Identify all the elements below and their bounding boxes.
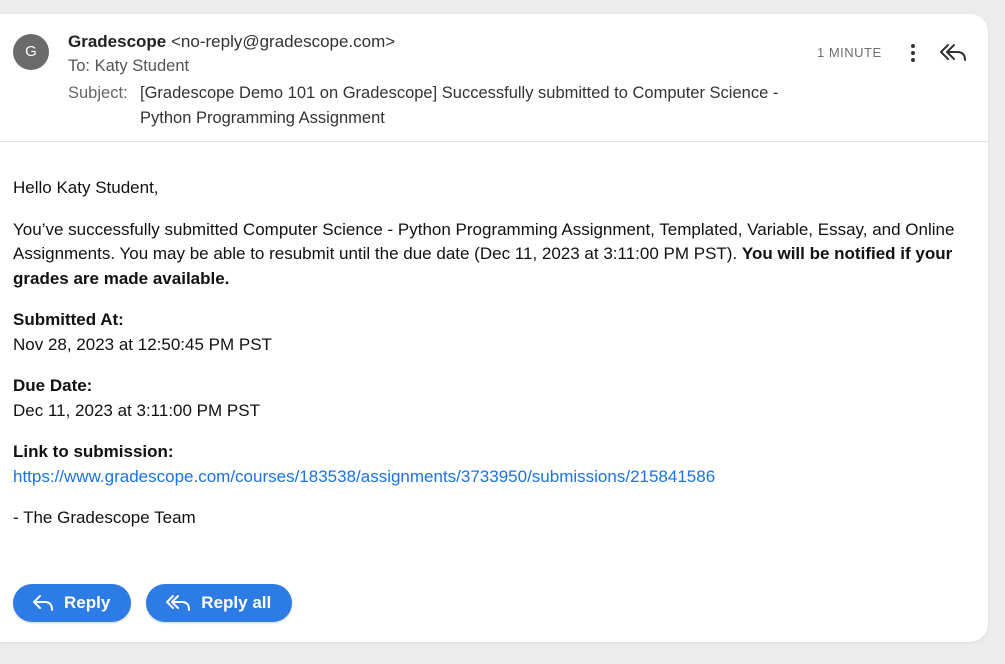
subject-text: [Gradescope Demo 101 on Gradescope] Succ… [140,84,779,127]
link-block: Link to submission: https://www.gradesco… [13,440,968,489]
intro-paragraph: You’ve successfully submitted Computer S… [13,218,968,292]
due-block: Due Date: Dec 11, 2023 at 3:11:00 PM PST [13,374,968,423]
email-card: G Gradescope <no-reply@gradescope.com> T… [0,14,988,642]
reply-all-label: Reply all [201,593,272,612]
email-header: G Gradescope <no-reply@gradescope.com> T… [0,14,988,142]
reply-label: Reply [64,593,111,612]
sender-email: <no-reply@gradescope.com> [171,32,396,51]
reply-icon [33,595,53,611]
submitted-label: Submitted At: [13,310,124,329]
submission-link[interactable]: https://www.gradescope.com/courses/18353… [13,467,715,486]
sender-avatar: G [13,34,49,70]
due-label: Due Date: [13,376,93,395]
submitted-value: Nov 28, 2023 at 12:50:45 PM PST [13,334,272,354]
subject-line: Subject: [Gradescope Demo 101 on Gradesc… [68,81,788,131]
more-vert-icon[interactable] [903,42,923,64]
greeting: Hello Katy Student, [13,178,159,197]
sender-name: Gradescope [68,32,167,51]
link-label: Link to submission: [13,442,174,461]
reply-all-icon[interactable] [938,40,968,66]
submitted-block: Submitted At: Nov 28, 2023 at 12:50:45 P… [13,308,968,357]
email-body: Hello Katy Student, You’ve successfully … [13,176,968,548]
due-value: Dec 11, 2023 at 3:11:00 PM PST [13,400,260,420]
recipient-line: To: Katy Student [68,57,190,75]
from-line: Gradescope <no-reply@gradescope.com> [68,32,395,52]
signoff: - The Gradescope Team [13,508,196,527]
reply-all-button[interactable]: Reply all [146,584,293,622]
subject-label: Subject: [68,84,128,102]
reply-all-icon [166,595,191,611]
action-bar: Reply Reply all [13,584,293,622]
received-time: 1 MINUTE [817,45,882,60]
reply-button[interactable]: Reply [13,584,132,622]
